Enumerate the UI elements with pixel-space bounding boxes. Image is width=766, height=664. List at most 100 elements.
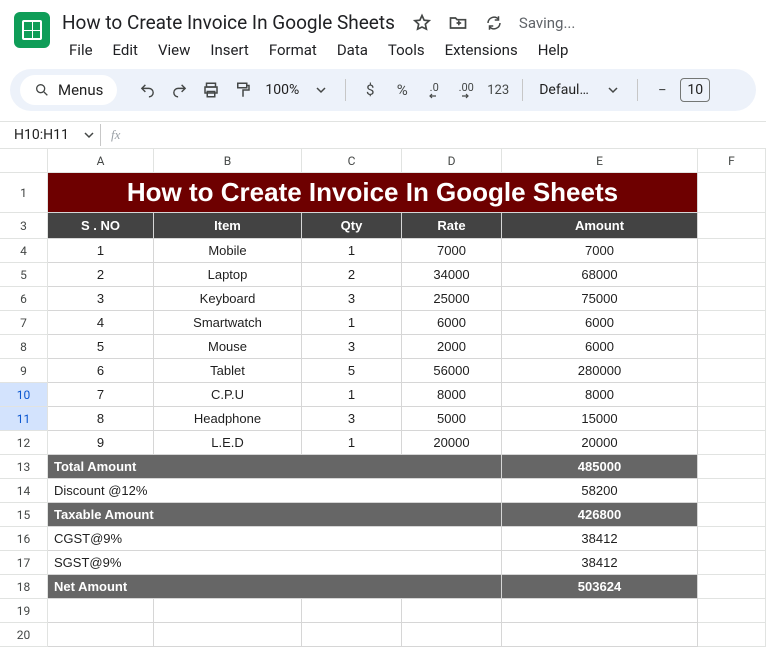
cell-f12[interactable] xyxy=(698,431,766,455)
cell-blank-19-3[interactable] xyxy=(402,599,502,623)
menu-file[interactable]: File xyxy=(60,37,102,63)
redo-icon[interactable] xyxy=(165,76,193,104)
cell-item-11[interactable]: Headphone xyxy=(154,407,302,431)
cell-f18[interactable] xyxy=(698,575,766,599)
cell-rate-10[interactable]: 8000 xyxy=(402,383,502,407)
row-header-14[interactable]: 14 xyxy=(0,479,48,503)
menu-extensions[interactable]: Extensions xyxy=(436,37,527,63)
cell-qty-4[interactable]: 1 xyxy=(302,239,402,263)
font-size-decrease[interactable]: − xyxy=(648,76,676,104)
column-header-D[interactable]: D xyxy=(402,149,502,173)
cell-sno-6[interactable]: 3 xyxy=(48,287,154,311)
cell-blank-19-0[interactable] xyxy=(48,599,154,623)
cell-f11[interactable] xyxy=(698,407,766,431)
cell-rate-9[interactable]: 56000 xyxy=(402,359,502,383)
row-header-5[interactable]: 5 xyxy=(0,263,48,287)
cell-sno-4[interactable]: 1 xyxy=(48,239,154,263)
summary-value-14[interactable]: 58200 xyxy=(502,479,698,503)
cell-sno-11[interactable]: 8 xyxy=(48,407,154,431)
cell-f20[interactable] xyxy=(698,623,766,647)
summary-value-16[interactable]: 38412 xyxy=(502,527,698,551)
spreadsheet-grid[interactable]: ABCDEF1How to Create Invoice In Google S… xyxy=(0,149,766,647)
summary-label-17[interactable]: SGST@9% xyxy=(48,551,502,575)
row-header-1[interactable]: 1 xyxy=(0,173,48,213)
cell-item-8[interactable]: Mouse xyxy=(154,335,302,359)
menu-edit[interactable]: Edit xyxy=(104,37,147,63)
cell-rate-11[interactable]: 5000 xyxy=(402,407,502,431)
row-header-15[interactable]: 15 xyxy=(0,503,48,527)
cell-amount-11[interactable]: 15000 xyxy=(502,407,698,431)
cell-blank-19-2[interactable] xyxy=(302,599,402,623)
cell-item-6[interactable]: Keyboard xyxy=(154,287,302,311)
row-header-4[interactable]: 4 xyxy=(0,239,48,263)
cell-f13[interactable] xyxy=(698,455,766,479)
cell-amount-9[interactable]: 280000 xyxy=(502,359,698,383)
cell-sno-10[interactable]: 7 xyxy=(48,383,154,407)
more-formats-icon[interactable]: 123 xyxy=(484,76,512,104)
row-header-20[interactable]: 20 xyxy=(0,623,48,647)
cell-rate-6[interactable]: 25000 xyxy=(402,287,502,311)
row-header-18[interactable]: 18 xyxy=(0,575,48,599)
cell-amount-5[interactable]: 68000 xyxy=(502,263,698,287)
cell-rate-7[interactable]: 6000 xyxy=(402,311,502,335)
summary-value-13[interactable]: 485000 xyxy=(502,455,698,479)
cell-blank-19-4[interactable] xyxy=(502,599,698,623)
row-header-8[interactable]: 8 xyxy=(0,335,48,359)
cell-f15[interactable] xyxy=(698,503,766,527)
refresh-icon[interactable] xyxy=(483,12,505,34)
row-header-9[interactable]: 9 xyxy=(0,359,48,383)
cell-item-9[interactable]: Tablet xyxy=(154,359,302,383)
summary-value-17[interactable]: 38412 xyxy=(502,551,698,575)
row-header-12[interactable]: 12 xyxy=(0,431,48,455)
summary-label-16[interactable]: CGST@9% xyxy=(48,527,502,551)
cell-f9[interactable] xyxy=(698,359,766,383)
zoom-dropdown-icon[interactable] xyxy=(307,76,335,104)
cell-f3[interactable] xyxy=(698,213,766,239)
row-header-10[interactable]: 10 xyxy=(0,383,48,407)
row-header-16[interactable]: 16 xyxy=(0,527,48,551)
column-header-F[interactable]: F xyxy=(698,149,766,173)
cell-qty-9[interactable]: 5 xyxy=(302,359,402,383)
cell-item-10[interactable]: C.P.U xyxy=(154,383,302,407)
row-header-19[interactable]: 19 xyxy=(0,599,48,623)
cell-amount-4[interactable]: 7000 xyxy=(502,239,698,263)
summary-label-18[interactable]: Net Amount xyxy=(48,575,502,599)
name-box[interactable]: H10:H11 xyxy=(4,127,100,143)
cell-amount-7[interactable]: 6000 xyxy=(502,311,698,335)
cell-f7[interactable] xyxy=(698,311,766,335)
cell-f14[interactable] xyxy=(698,479,766,503)
cell-item-4[interactable]: Mobile xyxy=(154,239,302,263)
menu-insert[interactable]: Insert xyxy=(201,37,257,63)
cell-f17[interactable] xyxy=(698,551,766,575)
cell-item-5[interactable]: Laptop xyxy=(154,263,302,287)
column-header-C[interactable]: C xyxy=(302,149,402,173)
menu-format[interactable]: Format xyxy=(260,37,326,63)
undo-icon[interactable] xyxy=(133,76,161,104)
row-header-6[interactable]: 6 xyxy=(0,287,48,311)
summary-value-15[interactable]: 426800 xyxy=(502,503,698,527)
cell-f10[interactable] xyxy=(698,383,766,407)
cell-f4[interactable] xyxy=(698,239,766,263)
search-menus-chip[interactable]: Menus xyxy=(20,75,117,105)
column-header-B[interactable]: B xyxy=(154,149,302,173)
star-icon[interactable] xyxy=(411,12,433,34)
cell-blank-20-4[interactable] xyxy=(502,623,698,647)
font-dropdown-icon[interactable] xyxy=(599,76,627,104)
sheets-logo[interactable] xyxy=(14,12,50,48)
menu-data[interactable]: Data xyxy=(328,37,377,63)
cell-amount-8[interactable]: 6000 xyxy=(502,335,698,359)
row-header-11[interactable]: 11 xyxy=(0,407,48,431)
cell-blank-20-1[interactable] xyxy=(154,623,302,647)
cell-qty-11[interactable]: 3 xyxy=(302,407,402,431)
cell-f19[interactable] xyxy=(698,599,766,623)
cell-f16[interactable] xyxy=(698,527,766,551)
row-header-3[interactable]: 3 xyxy=(0,213,48,239)
decrease-decimal-icon[interactable]: .0 xyxy=(420,76,448,104)
cell-f1[interactable] xyxy=(698,173,766,213)
format-currency-icon[interactable]: $ xyxy=(356,76,384,104)
cell-rate-8[interactable]: 2000 xyxy=(402,335,502,359)
cell-f8[interactable] xyxy=(698,335,766,359)
cell-rate-5[interactable]: 34000 xyxy=(402,263,502,287)
cell-qty-6[interactable]: 3 xyxy=(302,287,402,311)
row-header-17[interactable]: 17 xyxy=(0,551,48,575)
